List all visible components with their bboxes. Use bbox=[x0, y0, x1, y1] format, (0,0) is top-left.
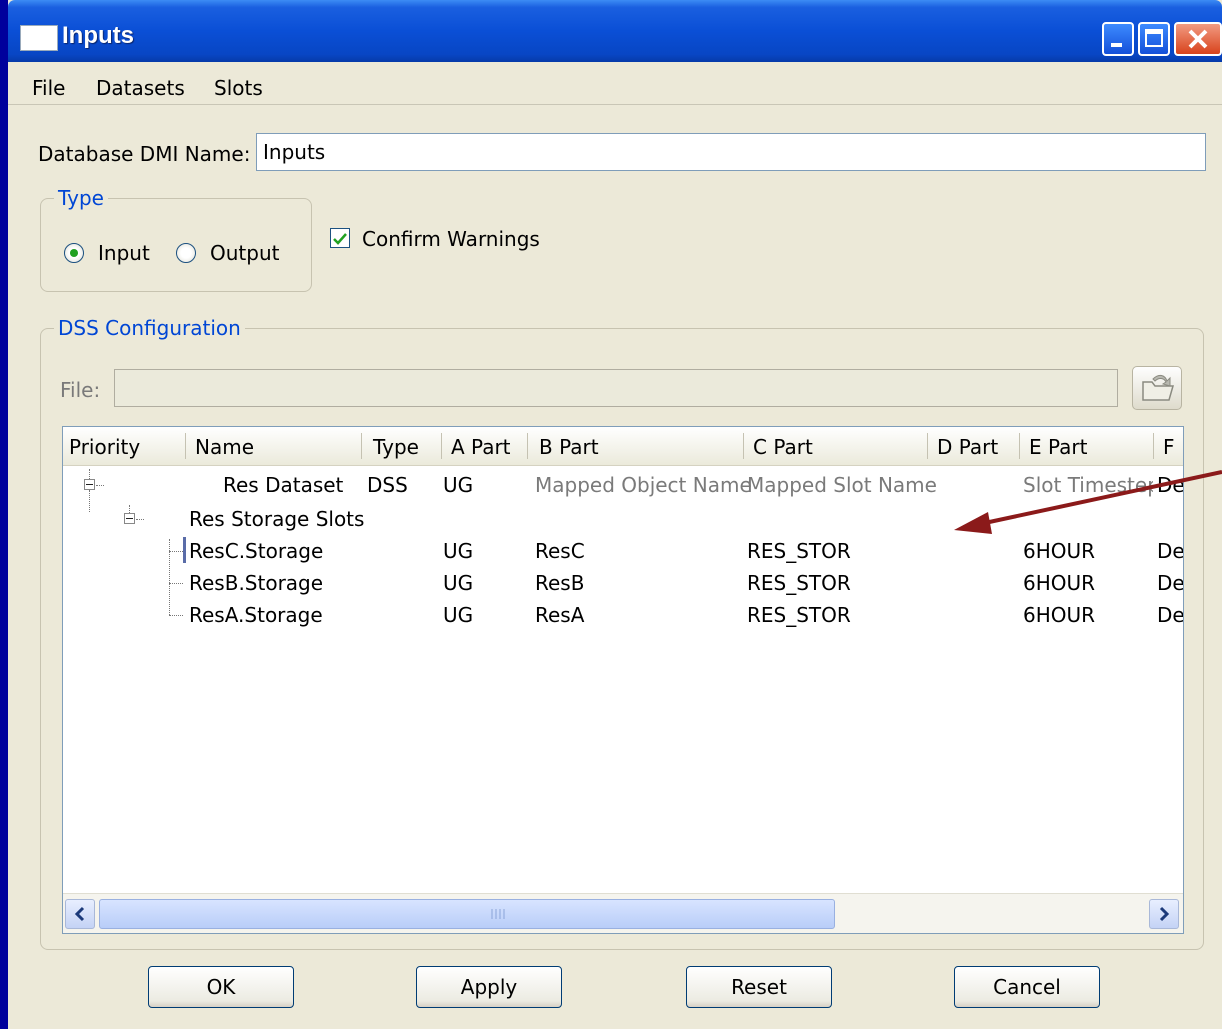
maximize-icon bbox=[1145, 29, 1163, 47]
inputs-window: Inputs File Datasets Slots Database DMI … bbox=[8, 0, 1222, 1029]
maximize-button[interactable] bbox=[1138, 22, 1170, 56]
file-input[interactable] bbox=[114, 369, 1118, 407]
file-label: File: bbox=[60, 378, 101, 402]
minimize-button[interactable] bbox=[1102, 22, 1134, 56]
dataset-name: Res Dataset bbox=[223, 473, 344, 497]
scrollbar-thumb[interactable] bbox=[99, 899, 835, 929]
window-icon bbox=[20, 25, 58, 51]
slot-f-part: De bbox=[1157, 603, 1184, 627]
dataset-a-part: UG bbox=[443, 473, 474, 497]
output-radio-label: Output bbox=[210, 241, 280, 265]
browse-file-button[interactable] bbox=[1132, 366, 1182, 410]
table-header: Priority Name Type A Part B Part C Part … bbox=[63, 427, 1183, 466]
dataset-f-part: De bbox=[1157, 473, 1184, 497]
cancel-button[interactable]: Cancel bbox=[954, 966, 1100, 1008]
scroll-right-button[interactable] bbox=[1149, 899, 1179, 929]
slot-a-part: UG bbox=[443, 571, 474, 595]
menu-slots[interactable]: Slots bbox=[214, 76, 263, 100]
title-bar[interactable]: Inputs bbox=[8, 0, 1222, 62]
column-type[interactable]: Type bbox=[373, 435, 419, 459]
column-b-part[interactable]: B Part bbox=[539, 435, 599, 459]
dataset-b-part: Mapped Object Name bbox=[535, 473, 752, 497]
slot-b-part: ResB bbox=[535, 571, 585, 595]
db-name-label: Database DMI Name: bbox=[38, 142, 251, 166]
dss-slots-table[interactable]: Priority Name Type A Part B Part C Part … bbox=[62, 426, 1184, 934]
column-e-part[interactable]: E Part bbox=[1029, 435, 1087, 459]
slot-name: ResC.Storage bbox=[189, 539, 324, 563]
chevron-right-icon bbox=[1159, 906, 1170, 922]
slot-c-part: RES_STOR bbox=[747, 571, 851, 595]
menu-file[interactable]: File bbox=[32, 76, 65, 100]
input-radio-label: Input bbox=[98, 241, 150, 265]
menu-bar: File Datasets Slots bbox=[8, 68, 1222, 105]
slot-f-part: De bbox=[1157, 571, 1184, 595]
slot-e-part: 6HOUR bbox=[1023, 539, 1096, 563]
slot-a-part: UG bbox=[443, 603, 474, 627]
window-title: Inputs bbox=[62, 22, 134, 49]
horizontal-scrollbar[interactable] bbox=[63, 893, 1183, 933]
dataset-c-part: Mapped Slot Name bbox=[747, 473, 937, 497]
ok-button[interactable]: OK bbox=[148, 966, 294, 1008]
output-radio[interactable] bbox=[176, 243, 196, 263]
dataset-expander[interactable] bbox=[84, 479, 95, 490]
column-name[interactable]: Name bbox=[195, 435, 254, 459]
slot-b-part: ResA bbox=[535, 603, 585, 627]
row-focus-marker bbox=[183, 537, 186, 563]
confirm-warnings-checkbox[interactable] bbox=[330, 228, 350, 248]
slot-c-part: RES_STOR bbox=[747, 603, 851, 627]
slot-name: ResA.Storage bbox=[189, 603, 323, 627]
close-button[interactable] bbox=[1174, 22, 1222, 56]
slot-name: ResB.Storage bbox=[189, 571, 324, 595]
column-d-part[interactable]: D Part bbox=[937, 435, 998, 459]
db-name-input[interactable]: Inputs bbox=[256, 133, 1206, 171]
dataset-e-part: Slot Timestep bbox=[1023, 473, 1153, 497]
storage-slots-expander[interactable] bbox=[124, 513, 135, 524]
slot-b-part: ResC bbox=[535, 539, 585, 563]
radio-selected-dot bbox=[70, 249, 78, 257]
slot-f-part: De bbox=[1157, 539, 1184, 563]
open-folder-icon bbox=[1142, 374, 1174, 401]
minimize-icon bbox=[1111, 43, 1122, 47]
chevron-left-icon bbox=[74, 906, 85, 922]
column-a-part[interactable]: A Part bbox=[451, 435, 511, 459]
slot-c-part: RES_STOR bbox=[747, 539, 851, 563]
close-icon bbox=[1188, 29, 1208, 49]
scroll-left-button[interactable] bbox=[65, 899, 95, 929]
column-f[interactable]: F bbox=[1163, 435, 1175, 459]
slot-a-part: UG bbox=[443, 539, 474, 563]
confirm-warnings-label: Confirm Warnings bbox=[362, 227, 540, 251]
type-group-title: Type bbox=[54, 186, 108, 210]
input-radio[interactable] bbox=[64, 243, 84, 263]
menu-datasets[interactable]: Datasets bbox=[96, 76, 185, 100]
apply-button[interactable]: Apply bbox=[416, 966, 562, 1008]
slot-e-part: 6HOUR bbox=[1023, 571, 1096, 595]
grip-icon bbox=[491, 909, 505, 919]
slot-e-part: 6HOUR bbox=[1023, 603, 1096, 627]
reset-button[interactable]: Reset bbox=[686, 966, 832, 1008]
check-icon bbox=[333, 233, 347, 245]
column-priority[interactable]: Priority bbox=[69, 435, 140, 459]
dss-group-title: DSS Configuration bbox=[54, 316, 245, 340]
storage-slots-group: Res Storage Slots bbox=[189, 507, 365, 531]
column-c-part[interactable]: C Part bbox=[753, 435, 813, 459]
dataset-type: DSS bbox=[367, 473, 408, 497]
